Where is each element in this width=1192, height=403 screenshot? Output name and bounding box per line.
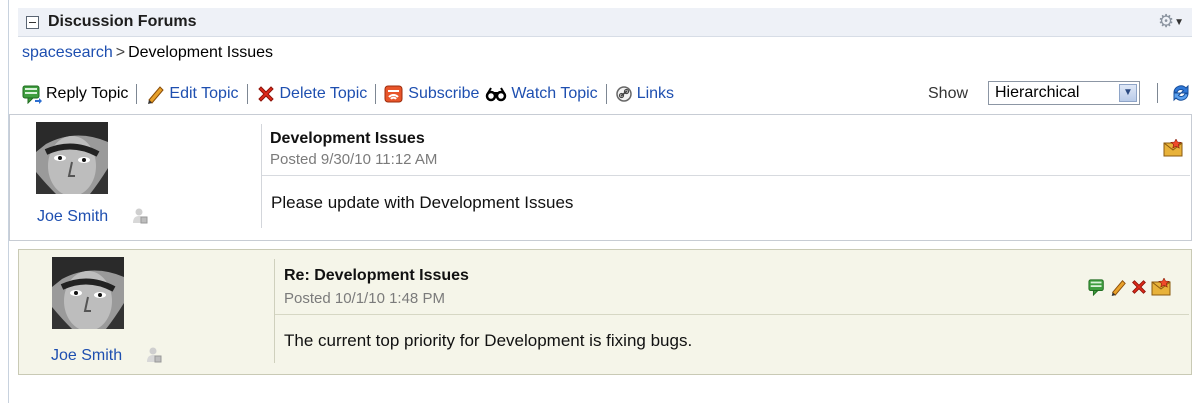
breadcrumb-root-link[interactable]: spacesearch [22,44,113,61]
toolbar-divider [136,84,138,104]
reply-icon [22,85,42,104]
reply-topic-button[interactable]: Reply Topic [22,84,128,104]
breadcrumb: spacesearch > Development Issues [22,44,273,62]
subscribe-label: Subscribe [408,85,480,102]
toolbar: Reply Topic Edit Topic Delete Topic Subs… [22,81,1190,107]
watch-topic-button[interactable]: Watch Topic [485,84,598,104]
post-timestamp: Posted 10/1/10 1:48 PM [284,290,445,307]
post-actions [1088,278,1171,296]
subscribe-button[interactable]: Subscribe [384,84,479,104]
post-timestamp: Posted 9/30/10 11:12 AM [270,151,438,168]
person-presence-icon[interactable] [131,207,149,225]
delete-x-icon [257,86,274,102]
breadcrumb-current: Development Issues [128,44,274,61]
author-link[interactable]: Joe Smith [37,208,108,226]
collapse-icon[interactable] [26,15,39,29]
person-presence-icon[interactable] [145,346,163,364]
glasses-icon [486,87,507,102]
envelope-star-icon[interactable] [1151,278,1171,296]
reply-icon[interactable] [1088,278,1106,296]
toolbar-divider [246,84,248,104]
avatar [36,122,108,194]
panel-header: Discussion Forums ⚙▼ [18,8,1192,37]
post-body: Please update with Development Issues [271,193,574,212]
post-header-divider [262,175,1190,176]
pencil-icon [148,86,165,104]
reply-topic-label: Reply Topic [46,85,129,102]
envelope-star-icon[interactable] [1163,139,1183,157]
post-subject: Re: Development Issues [284,267,469,284]
chevron-down-icon[interactable]: ▼ [1119,84,1137,102]
post-subject: Development Issues [270,130,425,147]
toolbar-divider [1157,83,1158,103]
forum-post-reply: Joe Smith Re: Development Issues Posted … [18,249,1192,375]
view-mode-select[interactable]: Hierarchical ▼ [988,81,1140,105]
toolbar-divider [375,84,377,104]
links-label: Links [636,85,675,102]
delete-topic-button[interactable]: Delete Topic [256,84,368,104]
breadcrumb-separator: > [115,44,126,61]
links-button[interactable]: Links [615,85,674,103]
gear-menu-icon[interactable]: ⚙▼ [1158,11,1184,32]
avatar [52,257,124,329]
show-label: Show [928,85,969,102]
post-divider [274,259,275,363]
post-body: The current top priority for Development… [284,331,693,350]
delete-topic-label: Delete Topic [279,85,368,102]
author-link[interactable]: Joe Smith [51,347,122,365]
post-divider [261,124,262,228]
delete-x-icon[interactable] [1130,278,1148,296]
edit-topic-button[interactable]: Edit Topic [145,84,239,104]
panel-title: Discussion Forums [48,13,197,30]
links-icon [615,86,632,102]
edit-topic-label: Edit Topic [169,85,239,102]
forum-post: Joe Smith Development Issues Posted 9/30… [9,114,1192,241]
toolbar-divider [605,84,607,104]
pencil-icon[interactable] [1109,278,1127,296]
refresh-icon[interactable] [1170,82,1192,104]
subscribe-rss-icon [384,85,403,103]
watch-topic-label: Watch Topic [511,85,598,102]
post-header-divider [275,314,1189,315]
view-mode-value: Hierarchical [995,84,1080,101]
